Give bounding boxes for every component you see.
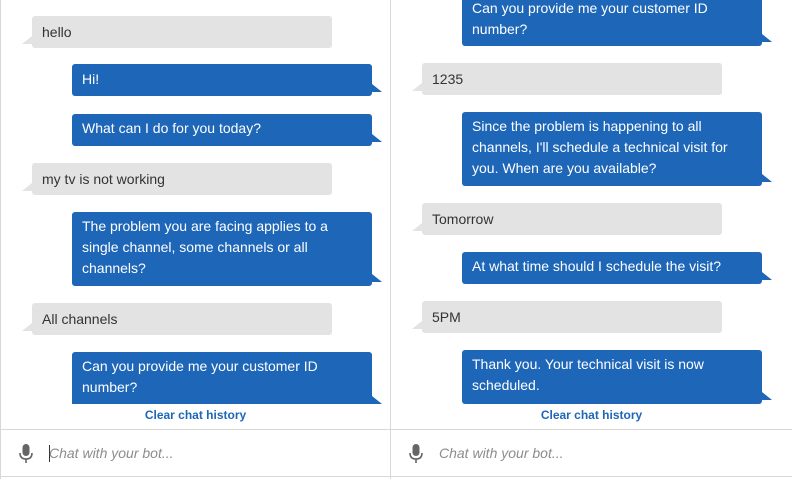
bot-message: Since the problem is happening to all ch… [462, 112, 772, 186]
chat-panel-left: hello Hi! What can I do for you today? m… [0, 0, 391, 479]
bot-message: Hi! [72, 64, 382, 96]
user-message: my tv is not working [22, 163, 332, 195]
bot-message: What can I do for you today? [72, 114, 382, 146]
user-message: All channels [22, 303, 332, 335]
user-message: 1235 [412, 63, 722, 95]
bot-message: Can you provide me your customer ID numb… [72, 352, 382, 404]
chat-input[interactable] [439, 440, 759, 466]
user-message: Tomorrow [412, 203, 722, 235]
bot-message: The problem you are facing applies to a … [72, 212, 382, 286]
microphone-icon[interactable] [19, 444, 33, 464]
bot-message: At what time should I schedule the visit… [462, 252, 772, 284]
user-message: 5PM [412, 301, 722, 333]
chat-input-bar [391, 429, 792, 477]
bot-message: Can you provide me your customer ID numb… [462, 0, 772, 46]
clear-chat-history-link[interactable]: Clear chat history [1, 407, 390, 423]
microphone-icon[interactable] [409, 444, 423, 464]
user-message: hello [22, 16, 332, 48]
message-list[interactable]: Can you provide me your customer ID numb… [391, 0, 792, 404]
bot-message: Thank you. Your technical visit is now s… [462, 350, 772, 404]
chat-panel-right: Can you provide me your customer ID numb… [391, 0, 792, 479]
message-list[interactable]: hello Hi! What can I do for you today? m… [1, 0, 390, 404]
chat-input[interactable] [49, 440, 369, 466]
clear-chat-history-link[interactable]: Clear chat history [391, 407, 792, 423]
chat-input-bar [1, 429, 390, 477]
